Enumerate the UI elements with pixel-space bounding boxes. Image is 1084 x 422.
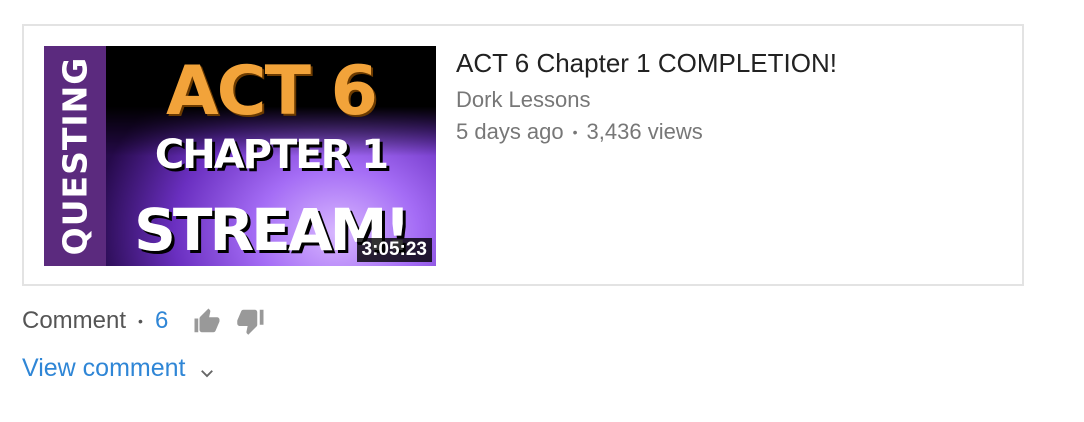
video-age: 5 days ago bbox=[456, 119, 564, 144]
view-comment-link[interactable]: View comment bbox=[22, 354, 216, 383]
video-thumbnail[interactable]: QUESTING ACT 6 CHAPTER 1 STREAM! 3:05:23 bbox=[44, 46, 436, 266]
channel-name[interactable]: Dork Lessons bbox=[456, 87, 837, 113]
meta-separator: • bbox=[572, 124, 578, 140]
thumbnail-line-2: CHAPTER 1 bbox=[154, 132, 389, 178]
action-separator: • bbox=[138, 313, 143, 329]
comment-like-count: 6 bbox=[154, 307, 169, 334]
thumbs-up-icon[interactable] bbox=[192, 306, 222, 336]
thumbnail-line-1: ACT 6 bbox=[166, 52, 378, 131]
thumbs-down-icon[interactable] bbox=[236, 306, 266, 336]
view-comment-label: View comment bbox=[22, 354, 186, 382]
video-card[interactable]: QUESTING ACT 6 CHAPTER 1 STREAM! 3:05:23… bbox=[22, 24, 1024, 286]
view-count: 3,436 views bbox=[586, 119, 703, 144]
comment-button[interactable]: Comment bbox=[22, 307, 126, 335]
comment-attachment-view: QUESTING ACT 6 CHAPTER 1 STREAM! 3:05:23… bbox=[0, 0, 1084, 422]
comment-action-row: Comment • 6 bbox=[22, 306, 280, 336]
video-info: ACT 6 Chapter 1 COMPLETION! Dork Lessons… bbox=[456, 48, 837, 145]
video-meta: 5 days ago • 3,436 views bbox=[456, 119, 837, 145]
video-title[interactable]: ACT 6 Chapter 1 COMPLETION! bbox=[456, 48, 837, 79]
chevron-down-icon bbox=[198, 360, 216, 378]
video-duration-badge: 3:05:23 bbox=[356, 238, 432, 262]
thumbnail-side-strip: QUESTING bbox=[44, 46, 106, 266]
thumbnail-side-text: QUESTING bbox=[55, 56, 95, 256]
